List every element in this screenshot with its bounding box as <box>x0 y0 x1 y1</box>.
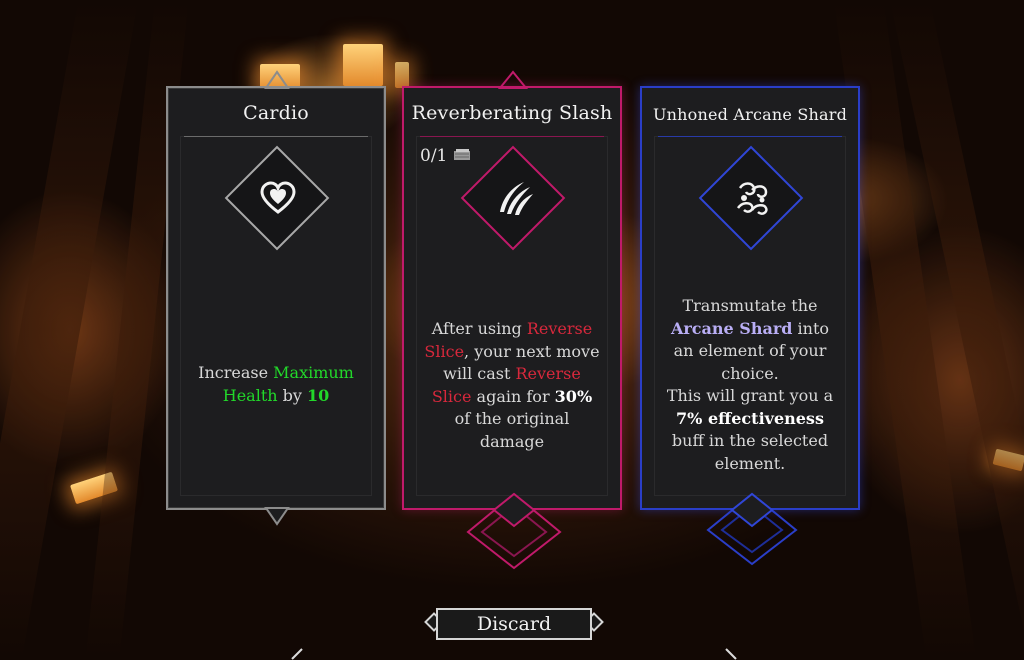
card-description: After using Reverse Slice, your next mov… <box>422 318 602 453</box>
desc-text: buff in the selected element. <box>671 431 829 473</box>
desc-highlight-item: Arcane Shard <box>670 318 793 338</box>
card-bottom-notch <box>264 507 290 526</box>
desc-text: again for <box>471 386 555 406</box>
desc-text: Increase <box>198 363 274 382</box>
nav-left-arrow-icon[interactable] <box>288 648 306 660</box>
card-title: Cardio <box>243 102 309 124</box>
card-title: Reverberating Slash <box>411 102 613 124</box>
card-top-notch <box>264 70 290 89</box>
upgrade-card-unhoned-arcane-shard[interactable]: Unhoned Arcane Shard Transmutate the Arc… <box>640 86 860 566</box>
claw-slash-icon <box>500 182 533 215</box>
desc-text: of the original damage <box>454 409 570 451</box>
card-title: Unhoned Arcane Shard <box>652 105 848 124</box>
desc-highlight-value: 30% <box>554 386 593 406</box>
desc-text: After using <box>431 319 527 338</box>
desc-text: by <box>277 385 307 405</box>
nav-right-arrow-icon[interactable] <box>722 648 740 660</box>
desc-highlight-value: 7% effectiveness <box>676 408 824 428</box>
card-top-notch <box>498 70 528 89</box>
title-divider <box>184 136 368 137</box>
scroll-stack-icon <box>453 149 470 160</box>
upgrade-card-reverberating-slash[interactable]: Reverberating Slash 0/1 After using Reve… <box>402 70 622 570</box>
card-bottom-ornament <box>706 492 798 566</box>
title-divider <box>420 136 604 137</box>
discard-button[interactable]: Discard <box>436 608 592 640</box>
card-description: Transmutate the Arcane Shard into an ele… <box>660 295 840 475</box>
desc-text: Transmutate the <box>682 296 818 315</box>
title-divider <box>658 136 842 137</box>
upgrade-card-cardio[interactable]: Cardio Increase Maximum Health by 10 <box>166 70 386 526</box>
card-description: Increase Maximum Health by 10 <box>186 362 366 407</box>
desc-highlight-value: 10 <box>307 385 330 405</box>
desc-text: This will grant you a <box>666 386 834 405</box>
arcane-shard-icon <box>736 182 768 215</box>
progress-count: 0/1 <box>420 146 448 166</box>
upgrade-progress: 0/1 <box>420 146 471 166</box>
heart-icon <box>260 181 296 214</box>
card-bottom-ornament <box>466 492 562 570</box>
